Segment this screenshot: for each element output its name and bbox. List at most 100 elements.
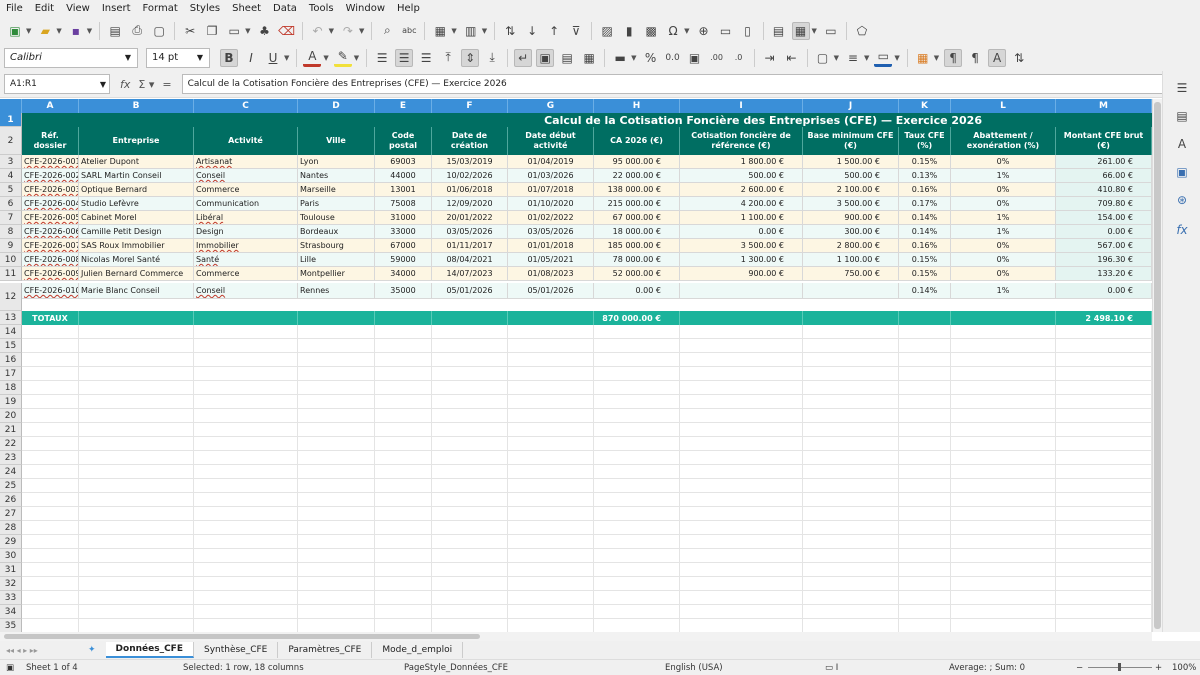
empty-cell[interactable] (22, 451, 79, 465)
empty-cell[interactable] (298, 451, 375, 465)
totals-cell[interactable] (298, 311, 375, 325)
table-cell[interactable]: 0% (951, 183, 1056, 197)
empty-cell[interactable] (899, 563, 951, 577)
empty-cell[interactable] (594, 507, 680, 521)
empty-cell[interactable] (899, 521, 951, 535)
empty-cell[interactable] (1056, 479, 1152, 493)
table-cell[interactable]: Toulouse (298, 211, 375, 225)
table-cell[interactable]: Lille (298, 253, 375, 267)
formula-equals-icon[interactable]: = (162, 78, 171, 91)
table-cell[interactable]: 08/04/2021 (432, 253, 508, 267)
merge-center-icon[interactable]: ▣ (536, 48, 555, 67)
table-cell[interactable]: 0.13% (899, 169, 951, 183)
table-cell[interactable]: 1% (951, 225, 1056, 239)
table-cell[interactable]: 18 000.00 € (594, 225, 680, 239)
empty-cell[interactable] (79, 591, 194, 605)
column-title[interactable]: Code postal (375, 127, 432, 155)
empty-cell[interactable] (803, 521, 899, 535)
empty-cell[interactable] (298, 535, 375, 549)
empty-cell[interactable] (899, 507, 951, 521)
row-header[interactable]: 25 (0, 479, 22, 493)
highlight-color-icon[interactable]: ✎ (333, 49, 352, 67)
align-top-icon[interactable]: ⤒ (439, 49, 457, 67)
empty-cell[interactable] (680, 423, 803, 437)
empty-cell[interactable] (432, 493, 508, 507)
empty-cell[interactable] (194, 535, 298, 549)
empty-cell[interactable] (899, 493, 951, 507)
column-header-i[interactable]: I (680, 99, 803, 113)
empty-cell[interactable] (298, 367, 375, 381)
empty-cell[interactable] (508, 619, 594, 632)
empty-cell[interactable] (680, 591, 803, 605)
empty-cell[interactable] (680, 507, 803, 521)
table-cell[interactable]: 138 000.00 € (594, 183, 680, 197)
bold-icon[interactable]: B (220, 48, 238, 67)
column-title[interactable]: Date de création (432, 127, 508, 155)
functions-icon[interactable]: fx (1173, 221, 1191, 239)
empty-cell[interactable] (508, 423, 594, 437)
empty-cell[interactable] (680, 479, 803, 493)
empty-cell[interactable] (803, 507, 899, 521)
empty-cell[interactable] (298, 381, 375, 395)
empty-cell[interactable] (1056, 605, 1152, 619)
empty-cell[interactable] (298, 437, 375, 451)
empty-cell[interactable] (298, 409, 375, 423)
export-pdf-icon[interactable]: ▤ (106, 22, 124, 40)
empty-cell[interactable] (951, 423, 1056, 437)
empty-cell[interactable] (594, 549, 680, 563)
empty-cell[interactable] (375, 549, 432, 563)
function-wizard-icon[interactable]: fx (120, 78, 130, 91)
copy-icon[interactable]: ❐ (203, 22, 221, 40)
empty-cell[interactable] (79, 577, 194, 591)
row-header[interactable]: 8 (0, 225, 22, 239)
table-cell[interactable] (803, 283, 899, 299)
table-cell[interactable]: CFE-2026-007 (22, 239, 79, 253)
empty-cell[interactable] (680, 465, 803, 479)
empty-cell[interactable] (803, 325, 899, 339)
table-cell[interactable]: CFE-2026-003 (22, 183, 79, 197)
row-header[interactable]: 9 (0, 239, 22, 253)
empty-cell[interactable] (22, 507, 79, 521)
empty-cell[interactable] (803, 353, 899, 367)
empty-cell[interactable] (899, 591, 951, 605)
empty-cell[interactable] (803, 465, 899, 479)
empty-cell[interactable] (1056, 591, 1152, 605)
empty-cell[interactable] (594, 493, 680, 507)
table-cell[interactable]: Atelier Dupont (79, 155, 194, 169)
empty-cell[interactable] (194, 381, 298, 395)
empty-cell[interactable] (194, 549, 298, 563)
empty-cell[interactable] (951, 381, 1056, 395)
empty-cell[interactable] (194, 437, 298, 451)
empty-cell[interactable] (594, 535, 680, 549)
hyperlink-icon[interactable]: ⊕ (695, 22, 713, 40)
table-cell[interactable]: 500.00 € (680, 169, 803, 183)
empty-cell[interactable] (803, 535, 899, 549)
row-header[interactable]: 4 (0, 169, 22, 183)
empty-cell[interactable] (298, 521, 375, 535)
row-header[interactable]: 35 (0, 619, 22, 632)
column-header-f[interactable]: F (432, 99, 508, 113)
new-document-icon[interactable]: ▣ (6, 22, 24, 40)
empty-cell[interactable] (298, 619, 375, 632)
column-header-j[interactable]: J (803, 99, 899, 113)
row-header[interactable]: 33 (0, 591, 22, 605)
empty-cell[interactable] (951, 521, 1056, 535)
row-header[interactable]: 11 (0, 267, 22, 281)
column-header-l[interactable]: L (951, 99, 1056, 113)
empty-cell[interactable] (432, 465, 508, 479)
empty-cell[interactable] (22, 563, 79, 577)
empty-cell[interactable] (680, 451, 803, 465)
empty-cell[interactable] (375, 619, 432, 632)
table-cell[interactable]: 2 600.00 € (680, 183, 803, 197)
empty-cell[interactable] (375, 563, 432, 577)
row-header[interactable]: 5 (0, 183, 22, 197)
empty-cell[interactable] (22, 521, 79, 535)
column-title[interactable]: Ville (298, 127, 375, 155)
table-cell[interactable]: 14/07/2023 (432, 267, 508, 281)
align-left-icon[interactable]: ☰ (373, 49, 391, 67)
menu-insert[interactable]: Insert (102, 3, 131, 14)
table-cell[interactable]: 01/04/2019 (508, 155, 594, 169)
tab-donnees-cfe[interactable]: Données_CFE (105, 642, 194, 658)
zoom-slider-handle[interactable] (1118, 663, 1121, 671)
table-cell[interactable]: 0.15% (899, 253, 951, 267)
